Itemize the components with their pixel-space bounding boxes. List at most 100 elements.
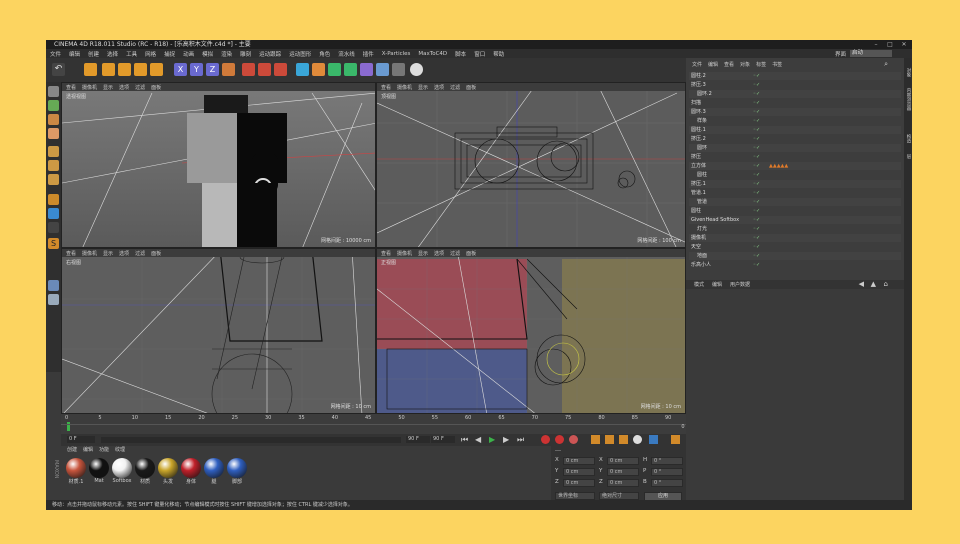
am-tab-edit[interactable]: 编辑 [712,281,722,288]
material-swatch[interactable]: Mat [88,458,110,484]
subdivision-icon[interactable] [328,63,341,76]
frame-range-slider[interactable] [101,437,401,443]
edges-mode-icon[interactable] [48,160,59,171]
vp-menu-options[interactable]: 选项 [119,250,129,257]
render-settings-icon[interactable] [274,63,287,76]
tab-layers[interactable]: 层 [905,154,911,159]
object-row[interactable]: 圆柱.2 ◦✓ [689,72,901,80]
axis-mode-icon[interactable] [48,194,59,205]
vp-menu-display[interactable]: 显示 [418,250,428,257]
hair-icon[interactable] [48,294,59,305]
am-tab-mode[interactable]: 模式 [694,281,704,288]
lock-icon[interactable]: ⌂ [884,280,888,288]
menu-snap[interactable]: 捕捉 [164,50,175,58]
deformer-icon[interactable] [360,63,373,76]
object-row[interactable]: 样条 ◦✓ [689,117,901,125]
menu-sculpt[interactable]: 雕刻 [240,50,251,58]
vp-menu-view[interactable]: 查看 [381,84,391,91]
timeline[interactable]: 051015202530354045505560657075808590 0 F [61,414,691,434]
menu-character[interactable]: 角色 [319,50,330,58]
vp-menu-filter[interactable]: 过滤 [135,84,145,91]
vp-menu-panel[interactable]: 面板 [466,250,476,257]
y-axis-icon[interactable]: Y [190,63,203,76]
camera-icon[interactable] [392,63,405,76]
vp-menu-display[interactable]: 显示 [103,250,113,257]
visibility-check-icon[interactable]: ◦✓ [753,126,760,134]
visibility-check-icon[interactable]: ◦✓ [753,234,760,242]
pen-icon[interactable] [312,63,325,76]
maximize-icon[interactable]: □ [886,40,894,49]
size-field[interactable]: 0 cm [607,457,639,465]
visibility-check-icon[interactable]: ◦✓ [753,180,760,188]
size-field[interactable]: 0 cm [607,479,639,487]
visibility-check-icon[interactable]: ◦✓ [753,171,760,179]
material-swatch[interactable]: Softbox [111,458,133,484]
vp-menu-camera[interactable]: 摄像机 [397,250,412,257]
vp-menu-view[interactable]: 查看 [381,250,391,257]
menu-tools[interactable]: 工具 [126,50,137,58]
menu-select[interactable]: 选择 [107,50,118,58]
minimize-icon[interactable]: – [872,40,880,49]
render-picture-viewer-icon[interactable] [258,63,271,76]
object-row[interactable]: 管道.1 ◦✓ [689,189,901,197]
material-swatch[interactable]: 材质.1 [65,458,87,485]
texture-mode-icon[interactable] [48,114,59,125]
snap-settings-icon[interactable]: S [48,238,59,249]
max-frame-field[interactable]: 90 F [406,436,430,443]
timeline-window-icon[interactable] [671,435,680,444]
menu-maxtoc4d[interactable]: MaxToC4D [418,51,447,57]
object-row[interactable]: 摄像机 ◦✓ [689,234,901,242]
material-tab-function[interactable]: 功能 [99,446,109,454]
visibility-check-icon[interactable]: ◦✓ [753,117,760,125]
visibility-check-icon[interactable]: ◦✓ [753,225,760,233]
object-row[interactable]: 圆环.2 ◦✓ [689,90,901,98]
visibility-check-icon[interactable]: ◦✓ [753,99,760,107]
tab-content-browser[interactable]: 内容浏览器 [905,88,911,111]
visibility-check-icon[interactable]: ◦✓ [753,81,760,89]
om-tab-view[interactable]: 查看 [724,61,734,69]
tab-objects[interactable]: 对象 [905,68,911,77]
object-row[interactable]: 圆环.3 ◦✓ [689,108,901,116]
object-row[interactable]: 管道 ◦✓ [689,198,901,206]
menu-simulate[interactable]: 模拟 [202,50,213,58]
visibility-check-icon[interactable]: ◦✓ [753,90,760,98]
vp-menu-camera[interactable]: 摄像机 [82,84,97,91]
menu-script[interactable]: 脚本 [455,50,466,58]
vp-menu-camera[interactable]: 摄像机 [82,250,97,257]
param-key-icon[interactable] [633,435,642,444]
visibility-check-icon[interactable]: ◦✓ [753,216,760,224]
menu-mesh[interactable]: 网格 [145,50,156,58]
rotation-field[interactable]: 0 ° [651,457,683,465]
vp-menu-filter[interactable]: 过滤 [450,84,460,91]
menu-mograph[interactable]: 运动图形 [289,50,311,58]
menu-help[interactable]: 帮助 [493,50,504,58]
vp-menu-display[interactable]: 显示 [418,84,428,91]
next-frame-icon[interactable]: ▶ [503,435,509,444]
object-row[interactable]: 立方体 ◦✓ ▲▲▲▲▲ [689,162,901,170]
vp-menu-options[interactable]: 选项 [434,84,444,91]
preview-max-field[interactable]: 90 F [431,436,455,443]
menu-xparticles[interactable]: X-Particles [382,51,411,57]
back-arrow-icon[interactable]: ◀ [859,280,864,288]
position-field[interactable]: 0 cm [563,468,595,476]
vp-menu-options[interactable]: 选项 [434,250,444,257]
tweak-mode-icon[interactable] [48,208,59,219]
position-field[interactable]: 0 cm [563,457,595,465]
model-mode-icon[interactable] [48,100,59,111]
object-row[interactable]: 圆柱 ◦✓ [689,171,901,179]
viewport-perspective[interactable]: 查看 摄像机 显示 选项 过滤 面板 透视视图 网格间距 : 10000 cm [61,82,376,248]
visibility-check-icon[interactable]: ◦✓ [753,198,760,206]
vp-menu-camera[interactable]: 摄像机 [397,84,412,91]
visibility-check-icon[interactable]: ◦✓ [753,135,760,143]
size-field[interactable]: 0 cm [607,468,639,476]
material-tab-texture[interactable]: 纹理 [115,446,125,454]
vp-menu-display[interactable]: 显示 [103,84,113,91]
rotation-field[interactable]: 0 ° [651,468,683,476]
search-icon[interactable]: ⌕ [884,60,888,69]
object-row[interactable]: GivenHead Softbox ◦✓ [689,216,901,224]
vp-menu-panel[interactable]: 面板 [466,84,476,91]
keyframe-selection-icon[interactable] [569,435,578,444]
light-icon[interactable] [410,63,423,76]
scale-mode-select[interactable]: 绝对尺寸 [599,492,639,500]
vp-menu-options[interactable]: 选项 [119,84,129,91]
